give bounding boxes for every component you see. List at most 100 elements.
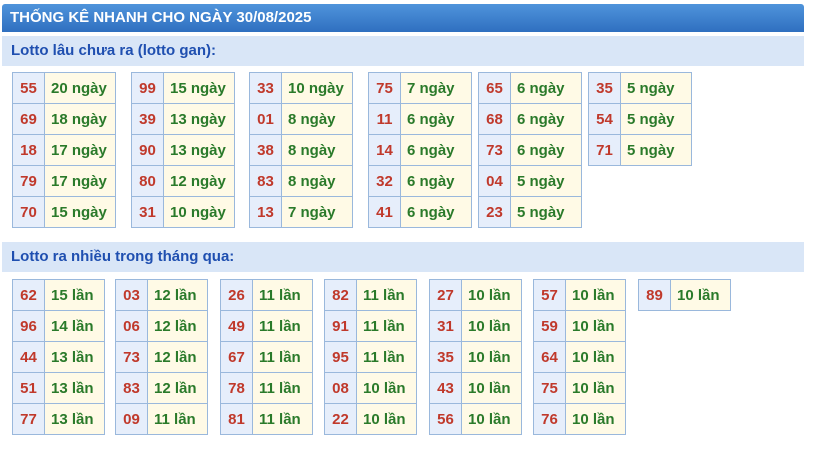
times-count: 11 lần [356,279,417,311]
gan-row: 39 13 ngày [131,103,235,135]
freq-row: 78 11 lần [220,372,313,404]
lotto-number: 35 [588,72,621,104]
lotto-number: 08 [324,372,357,404]
lotto-number: 59 [533,310,566,342]
lotto-number: 31 [429,310,462,342]
gan-row: 04 5 ngày [478,165,582,197]
gan-group: 65 6 ngày 68 6 ngày 73 6 ngày 04 5 ngày 23 5 ngày [478,72,582,228]
freq-group: 89 10 lần [638,279,731,311]
lotto-number: 51 [12,372,45,404]
days-count: 18 ngày [44,103,116,135]
gan-row: 54 5 ngày [588,103,692,135]
freq-row: 91 11 lần [324,310,417,342]
times-count: 11 lần [252,403,313,435]
times-count: 14 lần [44,310,105,342]
lotto-number: 09 [115,403,148,435]
days-count: 13 ngày [163,103,235,135]
lotto-number: 90 [131,134,164,166]
lotto-number: 91 [324,310,357,342]
gan-row: 41 6 ngày [368,196,472,228]
gan-group: 99 15 ngày 39 13 ngày 90 13 ngày 80 12 ngày 31 10… [131,72,235,228]
days-count: 15 ngày [163,72,235,104]
times-count: 10 lần [356,372,417,404]
lotto-number: 22 [324,403,357,435]
lotto-number: 68 [478,103,511,135]
times-count: 12 lần [147,372,208,404]
gan-row: 68 6 ngày [478,103,582,135]
days-count: 6 ngày [400,165,472,197]
gan-row: 01 8 ngày [249,103,353,135]
lotto-number: 95 [324,341,357,373]
times-count: 10 lần [565,403,626,435]
lotto-number: 04 [478,165,511,197]
times-count: 10 lần [461,310,522,342]
lotto-number: 81 [220,403,253,435]
gan-row: 73 6 ngày [478,134,582,166]
lotto-number: 44 [12,341,45,373]
freq-row: 73 12 lần [115,341,208,373]
lotto-number: 57 [533,279,566,311]
lotto-number: 82 [324,279,357,311]
times-count: 13 lần [44,372,105,404]
gan-row: 71 5 ngày [588,134,692,166]
freq-group: 26 11 lần 49 11 lần 67 11 lần 78 11 lần 81 11 lần [220,279,313,435]
days-count: 13 ngày [163,134,235,166]
times-count: 11 lần [356,310,417,342]
gan-group: 55 20 ngày 69 18 ngày 18 17 ngày 79 17 ngày 70 15… [12,72,116,228]
freq-row: 59 10 lần [533,310,626,342]
days-count: 5 ngày [510,165,582,197]
days-count: 8 ngày [281,165,353,197]
freq-row: 44 13 lần [12,341,105,373]
lotto-number: 06 [115,310,148,342]
days-count: 7 ngày [281,196,353,228]
times-count: 10 lần [461,341,522,373]
freq-row: 77 13 lần [12,403,105,435]
lotto-number: 73 [478,134,511,166]
lotto-number: 89 [638,279,671,311]
freq-row: 96 14 lần [12,310,105,342]
times-count: 10 lần [461,372,522,404]
gan-group: 33 10 ngày 01 8 ngày 38 8 ngày 83 8 ngày 13 7 ngà… [249,72,353,228]
lotto-number: 65 [478,72,511,104]
lotto-number: 03 [115,279,148,311]
lotto-number: 70 [12,196,45,228]
days-count: 7 ngày [400,72,472,104]
days-count: 10 ngày [281,72,353,104]
lotto-number: 49 [220,310,253,342]
lotto-number: 11 [368,103,401,135]
freq-row: 89 10 lần [638,279,731,311]
lotto-number: 33 [249,72,282,104]
times-count: 11 lần [252,279,313,311]
freq-row: 49 11 lần [220,310,313,342]
freq-row: 75 10 lần [533,372,626,404]
times-count: 10 lần [565,341,626,373]
gan-section-title: Lotto lâu chưa ra (lotto gan): [2,36,804,66]
freq-row: 31 10 lần [429,310,522,342]
days-count: 6 ngày [510,72,582,104]
freq-group: 03 12 lần 06 12 lần 73 12 lần 83 12 lần 09 11 lần [115,279,208,435]
freq-row: 03 12 lần [115,279,208,311]
days-count: 5 ngày [620,134,692,166]
lotto-number: 13 [249,196,282,228]
lotto-number: 55 [12,72,45,104]
freq-row: 27 10 lần [429,279,522,311]
days-count: 20 ngày [44,72,116,104]
freq-group: 82 11 lần 91 11 lần 95 11 lần 08 10 lần 22 10 lần [324,279,417,435]
freq-group: 57 10 lần 59 10 lần 64 10 lần 75 10 lần 76 10 lần [533,279,626,435]
gan-row: 83 8 ngày [249,165,353,197]
lotto-number: 35 [429,341,462,373]
days-count: 6 ngày [400,103,472,135]
times-count: 10 lần [565,310,626,342]
freq-row: 26 11 lần [220,279,313,311]
days-count: 15 ngày [44,196,116,228]
freq-row: 08 10 lần [324,372,417,404]
lotto-number: 41 [368,196,401,228]
days-count: 12 ngày [163,165,235,197]
freq-row: 06 12 lần [115,310,208,342]
lotto-number: 01 [249,103,282,135]
lotto-number: 43 [429,372,462,404]
days-count: 6 ngày [400,134,472,166]
gan-row: 38 8 ngày [249,134,353,166]
times-count: 10 lần [461,279,522,311]
lotto-number: 78 [220,372,253,404]
